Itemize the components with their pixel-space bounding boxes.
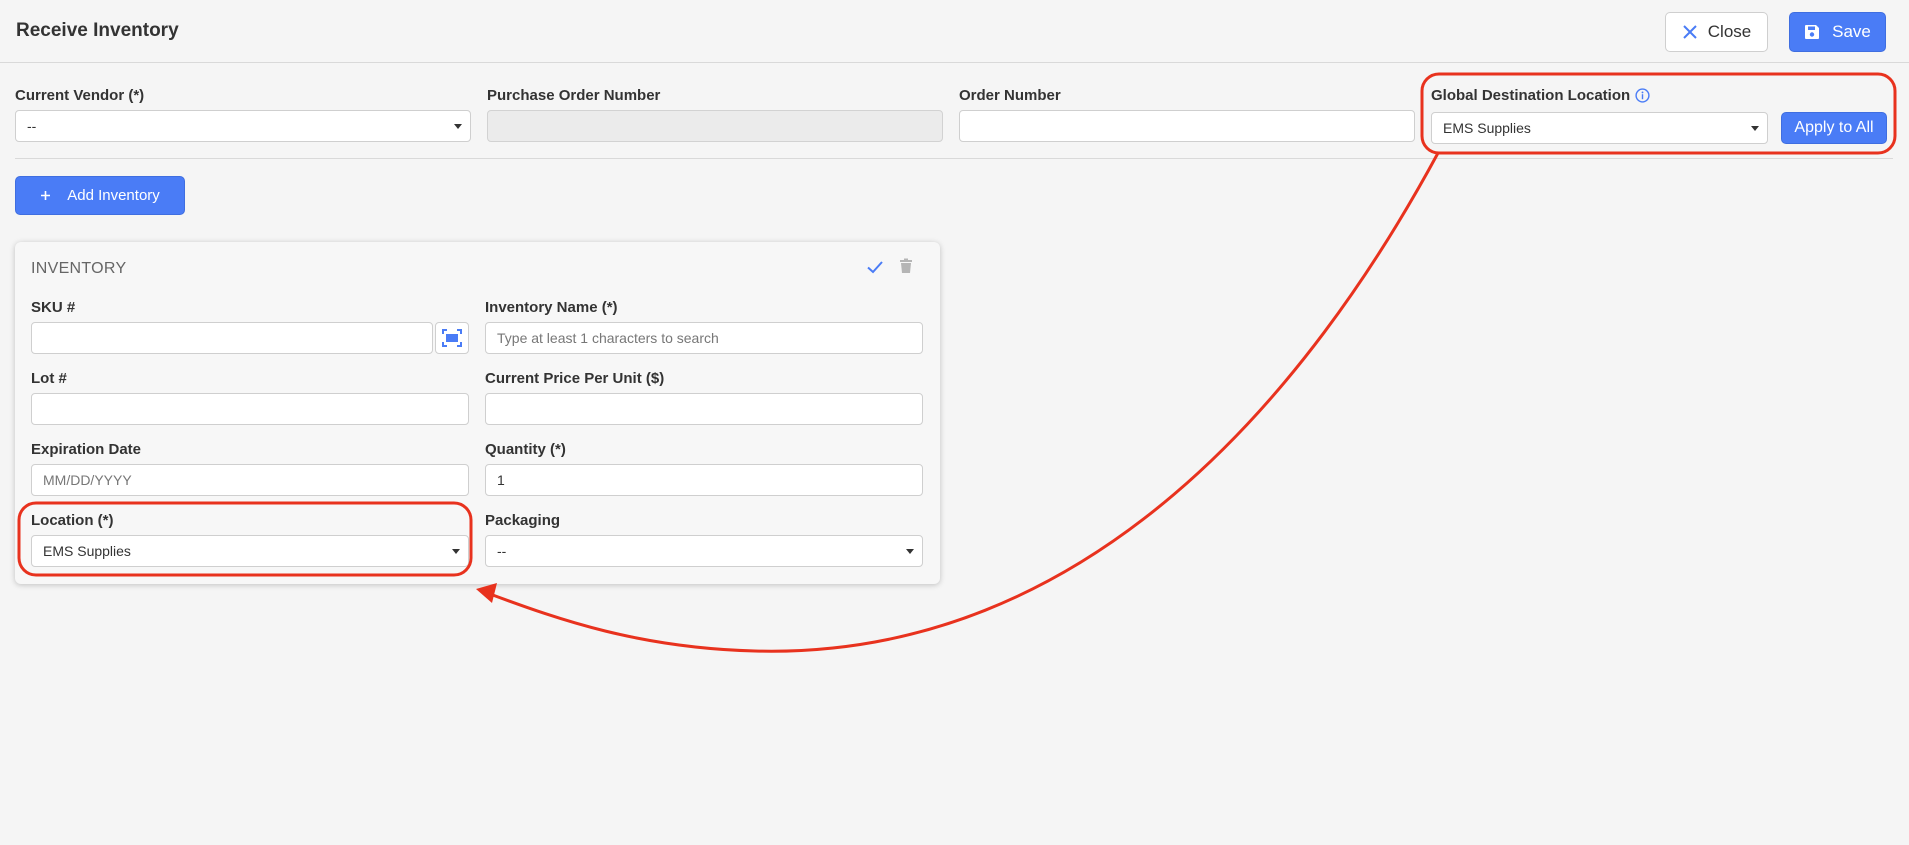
order-number-label: Order Number [959, 87, 1061, 104]
quantity-label: Quantity (*) [485, 441, 566, 458]
expiration-placeholder: MM/DD/YYYY [43, 472, 132, 488]
expiration-label: Expiration Date [31, 441, 142, 458]
chevron-down-icon [1751, 126, 1759, 131]
global-destination-select[interactable]: EMS Supplies [1431, 112, 1768, 144]
location-select[interactable]: EMS Supplies [31, 535, 469, 567]
location-label: Location (*) [31, 512, 114, 529]
global-destination-value: EMS Supplies [1443, 120, 1531, 136]
vendor-label: Current Vendor (*) [15, 87, 145, 104]
inventory-card-title: INVENTORY [31, 260, 127, 277]
vendor-select-value: -- [27, 118, 37, 134]
barcode-scan-button[interactable] [435, 322, 469, 354]
inventory-card: INVENTORY SKU # Inventory Name (*) Type … [15, 242, 940, 584]
quantity-field[interactable]: 1 [485, 464, 923, 496]
apply-to-all-button[interactable]: Apply to All [1781, 112, 1887, 144]
close-button[interactable]: Close [1665, 12, 1768, 52]
barcode-scan-icon [442, 329, 462, 347]
lot-field[interactable] [31, 393, 469, 425]
arrowhead-icon [476, 583, 497, 603]
add-inventory-label: Add Inventory [67, 187, 160, 204]
quantity-value: 1 [497, 472, 505, 488]
global-destination-label: Global Destination Location [1431, 87, 1650, 104]
global-destination-label-text: Global Destination Location [1431, 87, 1631, 104]
sku-label: SKU # [31, 299, 76, 316]
checkmark-icon[interactable] [866, 259, 884, 275]
page-title: Receive Inventory [16, 20, 179, 41]
purchase-order-label: Purchase Order Number [487, 87, 661, 104]
sku-field[interactable] [31, 322, 433, 354]
add-inventory-button[interactable]: Add Inventory [15, 176, 185, 215]
vendor-select[interactable]: -- [15, 110, 471, 142]
save-button-label: Save [1832, 22, 1871, 41]
trash-icon[interactable] [899, 258, 913, 274]
purchase-order-field [487, 110, 943, 142]
floppy-disk-icon [1804, 24, 1820, 40]
lot-label: Lot # [31, 370, 67, 387]
inventory-name-label: Inventory Name (*) [485, 299, 618, 316]
plus-icon [40, 190, 51, 201]
close-button-label: Close [1707, 22, 1752, 41]
location-value: EMS Supplies [43, 543, 131, 559]
price-field[interactable] [485, 393, 923, 425]
section-divider [15, 158, 1893, 159]
packaging-select[interactable]: -- [485, 535, 923, 567]
chevron-down-icon [454, 124, 462, 129]
chevron-down-icon [452, 549, 460, 554]
packaging-label: Packaging [485, 512, 561, 529]
save-button[interactable]: Save [1789, 12, 1886, 52]
chevron-down-icon [906, 549, 914, 554]
price-label: Current Price Per Unit ($) [485, 370, 665, 387]
expiration-date-field[interactable]: MM/DD/YYYY [31, 464, 469, 496]
inventory-name-field[interactable]: Type at least 1 characters to search [485, 322, 923, 354]
packaging-value: -- [497, 543, 507, 559]
info-circle-icon[interactable] [1635, 88, 1650, 103]
order-number-field[interactable] [959, 110, 1415, 142]
close-icon [1682, 24, 1698, 40]
inventory-name-placeholder: Type at least 1 characters to search [497, 330, 719, 346]
header-bar: Receive Inventory Close Save [0, 0, 1909, 63]
